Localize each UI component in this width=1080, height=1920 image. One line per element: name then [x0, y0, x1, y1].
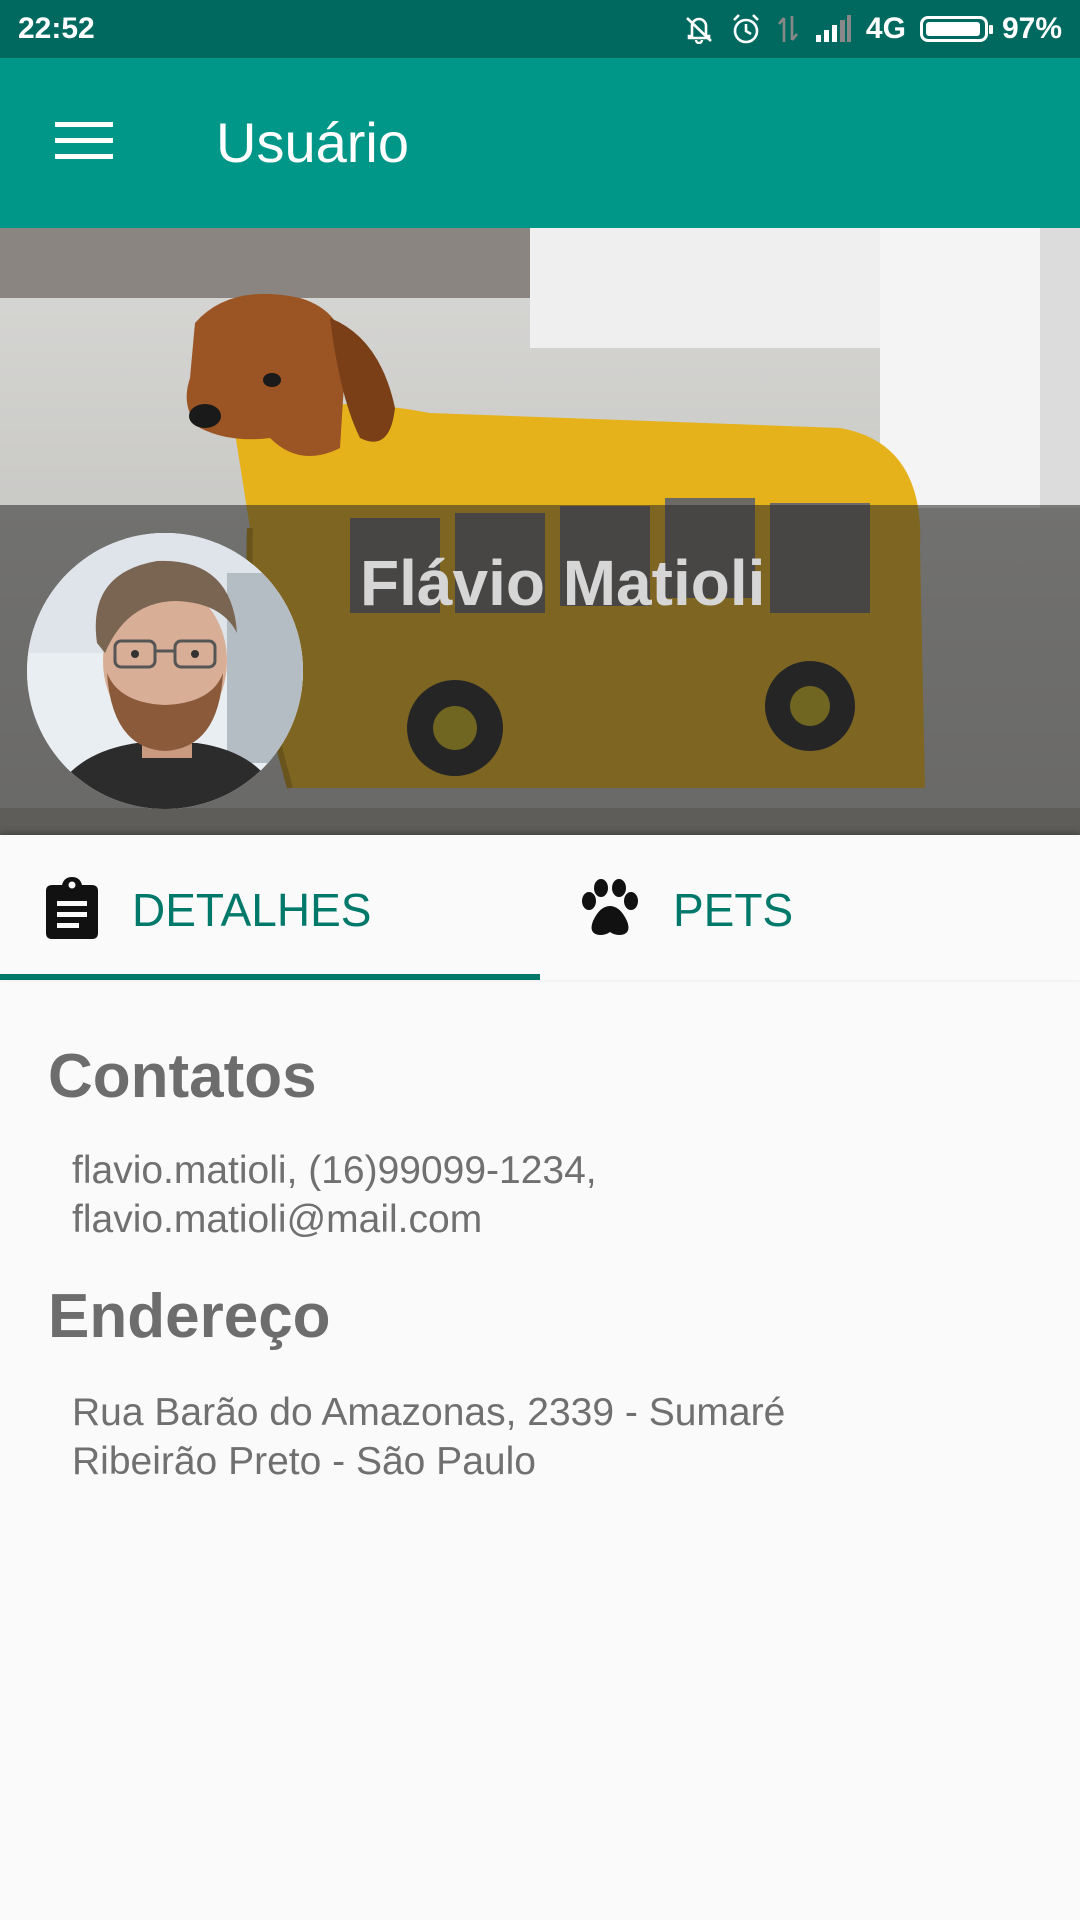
signal-icon [814, 15, 852, 43]
vibrate-icon [682, 14, 716, 44]
tab-detalhes-label: DETALHES [132, 884, 372, 936]
clipboard-icon [44, 877, 100, 944]
address-line-1: Rua Barão do Amazonas, 2339 - Sumaré [72, 1391, 786, 1434]
paw-icon [580, 879, 640, 942]
tab-bar: DETALHES PETS [0, 835, 1080, 980]
menu-button[interactable] [48, 117, 120, 169]
contacts-title: Contatos [48, 1042, 317, 1111]
app-bar: Usuário [0, 58, 1080, 228]
page-title: Usuário [216, 111, 409, 174]
contacts-line-2: flavio.matioli@mail.com [72, 1198, 483, 1241]
battery-icon [919, 16, 993, 42]
tab-detalhes[interactable]: DETALHES [0, 835, 540, 980]
battery-percent: 97% [1001, 12, 1062, 45]
contacts-line-1: flavio.matioli, (16)99099-1234, [72, 1149, 597, 1192]
profile-name: Flávio Matioli [360, 547, 766, 619]
avatar-photo [27, 533, 303, 809]
tab-pets-label: PETS [673, 884, 794, 936]
address-line-2: Ribeirão Preto - São Paulo [72, 1440, 536, 1483]
selected-tab-indicator [0, 974, 540, 980]
status-icons: 4G 97% [682, 12, 1062, 46]
status-bar: 22:52 4G 97% [0, 0, 1080, 58]
data-transfer-icon [776, 14, 800, 44]
status-time: 22:52 [18, 12, 95, 45]
address-title: Endereço [48, 1282, 331, 1351]
profile-header: Flávio Matioli [0, 228, 1080, 835]
avatar[interactable] [27, 533, 303, 809]
tab-pets[interactable]: PETS [540, 835, 1080, 980]
hamburger-menu-icon [55, 120, 113, 167]
alarm-icon [730, 13, 762, 45]
network-type: 4G [865, 12, 906, 45]
